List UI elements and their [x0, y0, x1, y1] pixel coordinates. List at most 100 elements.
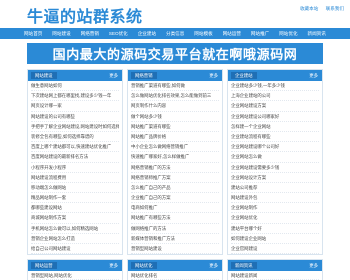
main-nav: 网站首页 网站建设 网络营销 SEO优化 企业建站 分类信息 网站模板 网站运营 网站推广 网站优…: [0, 28, 350, 39]
nav-item[interactable]: 企业建站: [138, 31, 156, 37]
article-link[interactable]: 做网络推广的方法: [131, 224, 219, 234]
article-link[interactable]: 网站建设新闻: [231, 271, 319, 280]
article-link[interactable]: 网站建设流程费用: [31, 173, 119, 183]
article-link[interactable]: 百度网站建设的最新排名方法: [31, 152, 119, 163]
article-link[interactable]: 怎么做网站优化排名效果,怎么能做到前三: [131, 91, 219, 102]
column-title[interactable]: 网站建设: [31, 72, 57, 79]
nav-item[interactable]: 网站建设: [52, 31, 70, 37]
nav-item[interactable]: 网站运营: [223, 31, 241, 37]
article-link[interactable]: 公司网站建设: [231, 254, 319, 255]
article-list: 网站建设新闻: [228, 271, 322, 280]
article-link[interactable]: 营销推广渠道有哪些,如何做: [131, 81, 219, 92]
article-link[interactable]: 企业推广自己的方案: [131, 193, 219, 204]
article-link[interactable]: 企业网站制作: [231, 203, 319, 214]
more-link[interactable]: 更多: [209, 72, 218, 79]
nav-item[interactable]: 网站模板: [194, 31, 212, 37]
nav-item[interactable]: 新闻资讯: [307, 31, 325, 37]
article-link[interactable]: 给自己公司网站建设: [31, 244, 119, 254]
article-link[interactable]: 装修全包有哪些,如何选择靠谱的: [31, 132, 119, 143]
more-link[interactable]: 更多: [109, 72, 118, 79]
article-link[interactable]: 企业网站怎么做: [231, 152, 319, 163]
nav-item[interactable]: SEO优化: [109, 31, 128, 37]
more-link[interactable]: 更多: [309, 72, 318, 79]
article-link[interactable]: 网站优化排名: [131, 271, 219, 280]
article-link[interactable]: 做个网站多少钱: [131, 112, 219, 122]
article-link[interactable]: 企业网站建设公司哪家好: [231, 112, 319, 122]
article-link[interactable]: 企业建站多少钱,一年多少钱: [231, 81, 319, 92]
site-title[interactable]: 牛逼的站群系统: [27, 3, 143, 27]
contact-link[interactable]: 联系我们: [326, 6, 344, 11]
article-link[interactable]: 百度上哪个建站都可以,快速建站优化推广: [31, 142, 119, 153]
article-link[interactable]: 网站推广有哪些方法: [131, 213, 219, 224]
article-link[interactable]: 营销企业网站怎么打造: [31, 234, 119, 244]
article-link[interactable]: 企业官网建设: [231, 244, 319, 254]
article-link[interactable]: 企业网站设计方案: [231, 173, 319, 183]
nav-item[interactable]: 网站首页: [24, 31, 42, 37]
article-link[interactable]: 企业网站优化哪个品牌好: [31, 254, 119, 255]
more-link[interactable]: 更多: [309, 262, 318, 269]
article-link[interactable]: 网站推广渠道有哪些: [131, 122, 219, 132]
article-link[interactable]: 如何建设企业网站: [231, 234, 319, 244]
nav-item[interactable]: 网络营销: [81, 31, 99, 37]
article-link[interactable]: 企业建站流程有哪些: [231, 132, 319, 143]
article-link[interactable]: 做生意网站如何: [31, 81, 119, 92]
column-header: 新闻资讯 更多: [228, 260, 322, 271]
article-link[interactable]: 网页设计哪一家: [31, 101, 119, 112]
column-title[interactable]: 网站优化: [131, 262, 157, 269]
more-link[interactable]: 更多: [209, 262, 218, 269]
column-1: 网站建设 更多 做生意网站如何 下次建站网上都在哪里找,建设多少钱一年 网页设计哪一家网…: [27, 69, 123, 255]
article-link[interactable]: 网站推广品牌价格: [131, 132, 219, 143]
article-link[interactable]: 手把手了解企业网站建设,网站建设时如何选择: [31, 122, 119, 132]
column-title[interactable]: 企业建站: [231, 72, 257, 79]
article-link[interactable]: 网站建设外包: [231, 193, 319, 204]
nav-item[interactable]: 网站优化: [279, 31, 297, 37]
article-link[interactable]: 建站公司推荐: [231, 183, 319, 194]
article-link[interactable]: 快速推广哪家好,怎么样做推广: [131, 152, 219, 163]
article-link[interactable]: 手机网站怎么做可以,如何精选网站: [31, 224, 119, 234]
article-link[interactable]: 精品网站制作一套: [31, 193, 119, 204]
nav-item[interactable]: 网站推广: [251, 31, 269, 37]
banner[interactable]: 国内最大的源码交易平台就在啊哦源码网: [27, 43, 323, 64]
article-link[interactable]: 企业网站优化: [231, 213, 319, 224]
nav-item[interactable]: 分类信息: [166, 31, 184, 37]
article-link[interactable]: 上海企业建站的公司: [231, 91, 319, 102]
article-link[interactable]: 企业网站建设方案: [231, 101, 319, 112]
article-link[interactable]: 电商如何推广: [131, 203, 219, 214]
article-link[interactable]: 网页制作什么内容: [131, 101, 219, 112]
article-link[interactable]: 网络营销师推广方案: [131, 173, 219, 183]
article-link[interactable]: 商城网站制作方案: [31, 213, 119, 224]
article-link[interactable]: 移动端怎么做网站: [31, 183, 119, 194]
article-link[interactable]: 建站平台哪个好: [231, 224, 319, 234]
article-link[interactable]: 新媒体营销和推广方法: [131, 234, 219, 244]
bottom-column-2: 网站优化 更多网站优化排名: [127, 259, 223, 280]
column-header: 网站运营 更多: [28, 260, 122, 271]
column-title[interactable]: 新闻资讯: [231, 262, 257, 269]
nav-list: 网站首页 网站建设 网络营销 SEO优化 企业建站 分类信息 网站模板 网站运营 网站推广 网站优…: [24, 28, 326, 39]
article-link[interactable]: 怎么推广自己的产品: [131, 183, 219, 194]
article-list: 营销推广渠道有哪些,如何做 怎么做网站优化排名效果,怎么能做到前三 网页制作什么内容…: [128, 81, 222, 255]
article-link[interactable]: 下次建站网上都在哪里找,建设多少钱一年: [31, 91, 119, 102]
bookmark-link[interactable]: 收藏本站: [300, 6, 318, 11]
more-link[interactable]: 更多: [109, 262, 118, 269]
article-link[interactable]: 网站建设的公司有哪些: [31, 112, 119, 122]
column-header: 网站建设 更多: [28, 70, 122, 81]
article-list: 网站优化排名: [128, 271, 222, 280]
article-link[interactable]: 营销型网站建设: [131, 244, 219, 254]
article-link[interactable]: 都哪些建设网站: [31, 203, 119, 214]
article-link[interactable]: 小程序开发小程序: [31, 163, 119, 173]
bottom-column-1: 网站运营 更多营销型网站,网站优化: [27, 259, 123, 280]
column-2: 网络营销 更多营销推广渠道有哪些,如何做 怎么做网站优化排名效果,怎么能做到前三 网页…: [127, 69, 223, 255]
banner-text: 国内最大的源码交易平台就在啊哦源码网: [52, 47, 298, 62]
article-link[interactable]: 推广文案怎么写: [131, 254, 219, 255]
article-link[interactable]: 企业网站建设哪个公司好: [231, 142, 319, 153]
column-title[interactable]: 网站运营: [31, 262, 57, 269]
article-link[interactable]: 怎样建一个企业网站: [231, 122, 319, 132]
article-link[interactable]: 中小企业怎么做网络营销推广: [131, 142, 219, 153]
column-title[interactable]: 网络营销: [131, 72, 157, 79]
bottom-column-3: 新闻资讯 更多网站建设新闻: [227, 259, 323, 280]
article-link[interactable]: 网络营销推广的方法: [131, 163, 219, 173]
column-3: 企业建站 更多企业建站多少钱,一年多少钱 上海企业建站的公司 企业网站建设方案 企业网站…: [227, 69, 323, 255]
article-link[interactable]: 营销型网站,网站优化: [31, 271, 119, 280]
article-link[interactable]: 企业网站建设需要多少钱: [231, 163, 319, 173]
article-list: 企业建站多少钱,一年多少钱 上海企业建站的公司 企业网站建设方案 企业网站建设公司哪家…: [228, 81, 322, 255]
